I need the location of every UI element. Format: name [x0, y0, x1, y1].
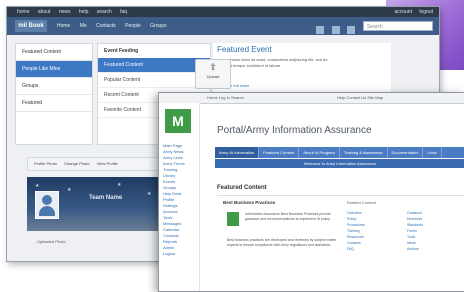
back-search-input[interactable]: Search: [363, 21, 433, 31]
mid-panel-header: Event Feeding: [104, 48, 139, 54]
featured-column-primary: Best Business Practices Information Assu…: [223, 200, 339, 247]
avatar-head-icon: [42, 195, 52, 205]
page-title: Portal/Army Information Assurance: [217, 125, 372, 136]
star-icon: ★: [117, 182, 122, 188]
mid-row[interactable]: Popular Content: [98, 73, 210, 88]
featured-item-summary: Information Assurance Best Business Prac…: [245, 212, 331, 221]
sidebar-link[interactable]: Logout: [163, 251, 185, 257]
star-icon: ★: [35, 183, 40, 189]
front-topbar: Home Log In Search Help Contact Us Site …: [159, 93, 464, 104]
star-icon: ★: [67, 187, 72, 193]
tab-documentation[interactable]: Documentation: [388, 147, 424, 158]
profile-tab[interactable]: Change Photo: [64, 161, 90, 166]
topbar-menu-item[interactable]: faq: [120, 9, 127, 15]
back-topbar: home about news help search faq account …: [7, 7, 439, 17]
tab-featured[interactable]: Featured Content: [259, 147, 300, 158]
topbar-account-link[interactable]: account: [394, 9, 412, 15]
back-appbar: mil Book Home Me Contacts People Groups …: [7, 17, 439, 35]
portal-logo[interactable]: M: [165, 109, 191, 133]
related-content-heading: Related Content: [347, 200, 376, 205]
appbar-nav-item[interactable]: Home: [57, 23, 70, 29]
tab-training[interactable]: Training & Awareness: [340, 147, 388, 158]
message-icon[interactable]: [331, 26, 340, 34]
brand-logo[interactable]: mil Book: [15, 20, 47, 32]
front-topbar-right[interactable]: Help Contact Us Site Map: [337, 93, 383, 103]
front-app-window: Home Log In Search Help Contact Us Site …: [158, 92, 464, 292]
banner-team-name: Team Name: [89, 195, 123, 201]
featured-event-text: Lorem ipsum dolor sit amet, consectetur …: [217, 57, 328, 68]
mid-row-active[interactable]: Featured Content: [98, 58, 210, 73]
topbar-menu-item[interactable]: help: [79, 9, 88, 15]
front-sidebar: M Main Page Army News Army Links Army Fo…: [159, 103, 200, 291]
featured-content-heading: Featured Content: [217, 185, 267, 191]
tab-about[interactable]: About IA Program: [299, 147, 340, 158]
upload-button[interactable]: ⇧ Upload: [195, 59, 231, 89]
back-topbar-right: account logout: [388, 7, 433, 17]
featured-content-box: Best Business Practices Information Assu…: [217, 195, 464, 291]
front-topbar-left[interactable]: Home Log In Search: [207, 93, 244, 103]
appbar-nav-item[interactable]: People: [125, 23, 141, 29]
profile-caption: Uploaded Photo: [37, 239, 66, 244]
related-link[interactable]: FAQ: [347, 246, 405, 252]
featured-column-links: Related Content Overview Policy Procedur…: [347, 200, 463, 251]
related-links-b: Guidance Directives Standards Forms Tool…: [407, 210, 463, 252]
upload-button-label: Upload: [206, 74, 220, 79]
tab-army-ia[interactable]: Army IA Information: [215, 147, 260, 158]
topbar-menu-item[interactable]: search: [97, 9, 112, 15]
profile-tab[interactable]: Profile Photo: [34, 161, 57, 166]
appbar-nav-item[interactable]: Groups: [150, 23, 166, 29]
left-nav-item-active[interactable]: People Like Mine: [16, 61, 92, 78]
back-left-nav: Featured Content People Like Mine Groups…: [15, 43, 93, 145]
topbar-menu-item[interactable]: home: [17, 9, 30, 15]
sidebar-link-list: Main Page Army News Army Links Army Form…: [163, 143, 185, 257]
featured-event-title[interactable]: Featured Event: [217, 45, 272, 54]
left-nav-item[interactable]: Featured Content: [16, 44, 92, 61]
topbar-menu-item[interactable]: news: [59, 9, 71, 15]
tab-links[interactable]: Links: [423, 147, 442, 158]
left-nav-item[interactable]: Groups: [16, 78, 92, 95]
appbar-nav-item[interactable]: Me: [80, 23, 87, 29]
star-icon: ★: [147, 191, 152, 197]
front-tab-bar: Army IA Information Featured Content About…: [215, 147, 464, 158]
profile-tab[interactable]: View Profile: [97, 161, 118, 166]
featured-item-title[interactable]: Best Business Practices: [223, 200, 339, 205]
back-appbar-nav: Home Me Contacts People Groups: [57, 20, 175, 32]
settings-icon[interactable]: [347, 26, 355, 34]
related-links-a: Overview Policy Procedures Training Reso…: [347, 210, 405, 252]
related-link[interactable]: Archive: [407, 246, 463, 252]
welcome-banner: Welcome to Army Information Assurance: [215, 159, 464, 168]
back-topbar-menu: home about news help search faq: [17, 7, 134, 17]
featured-item-body: Best business practices are developed an…: [227, 238, 337, 247]
left-nav-item[interactable]: Featured: [16, 95, 92, 112]
appbar-nav-item[interactable]: Contacts: [96, 23, 116, 29]
back-appbar-icons: [313, 21, 355, 39]
document-icon: [227, 212, 239, 226]
upload-arrow-icon: ⇧: [209, 62, 217, 72]
topbar-menu-item[interactable]: about: [38, 9, 51, 15]
avatar[interactable]: [35, 191, 59, 219]
topbar-logout-link[interactable]: logout: [419, 9, 433, 15]
notification-icon[interactable]: [316, 26, 325, 34]
avatar-body-icon: [39, 206, 55, 216]
